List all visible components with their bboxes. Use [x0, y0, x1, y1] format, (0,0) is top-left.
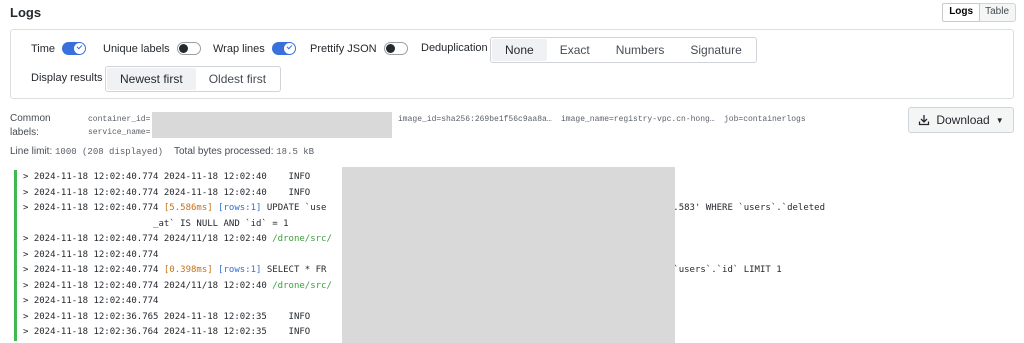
dedup-signature[interactable]: Signature: [677, 39, 754, 61]
dedup-numbers[interactable]: Numbers: [603, 39, 678, 61]
unique-labels-label: Unique labels: [103, 42, 170, 55]
dedup-none[interactable]: None: [492, 39, 547, 61]
label-image-name: image_name=registry-vpc.cn-hong…: [561, 115, 715, 124]
redacted-region: [152, 112, 392, 138]
query-stats: Line limit: 1000 (208 displayed) Total b…: [10, 146, 315, 157]
view-table-button[interactable]: Table: [979, 4, 1015, 21]
panel-title: Logs: [10, 5, 42, 20]
wrap-lines-option: Wrap lines: [213, 42, 296, 55]
view-switch: Logs Table: [942, 3, 1016, 22]
view-logs-button[interactable]: Logs: [942, 3, 981, 22]
time-label: Time: [31, 42, 56, 55]
display-results-selector: Newest first Oldest first: [105, 66, 282, 92]
unique-labels-toggle[interactable]: [176, 42, 201, 55]
newest-first-option[interactable]: Newest first: [107, 68, 196, 90]
wrap-lines-label: Wrap lines: [213, 42, 265, 55]
unique-labels-option: Unique labels: [103, 42, 201, 55]
prettify-json-label: Prettify JSON: [310, 42, 377, 55]
display-results-option: Display results: [31, 72, 110, 84]
common-labels-title: Common labels:: [10, 113, 51, 138]
chevron-down-icon: ▼: [995, 115, 1004, 125]
deduplication-option: Deduplication: [421, 42, 495, 54]
download-label: Download: [936, 113, 990, 127]
prettify-json-toggle[interactable]: [383, 42, 408, 55]
prettify-json-option: Prettify JSON: [310, 42, 408, 55]
label-service-name: service_name=: [88, 128, 151, 137]
label-container-id: container_id=: [88, 115, 151, 124]
download-button[interactable]: Download ▼: [908, 107, 1014, 133]
redacted-region: [342, 167, 675, 343]
log-options-panel: Time Unique labels Wrap lines Prettify J…: [10, 29, 1014, 99]
dedup-exact[interactable]: Exact: [547, 39, 603, 61]
download-icon: [919, 115, 930, 126]
wrap-lines-toggle[interactable]: [271, 42, 296, 55]
deduplication-selector: None Exact Numbers Signature: [490, 37, 757, 63]
time-option: Time: [31, 42, 87, 55]
deduplication-label: Deduplication: [421, 42, 488, 54]
oldest-first-option[interactable]: Oldest first: [196, 68, 279, 90]
label-job: job=containerlogs: [724, 115, 806, 124]
label-image-id: image_id=sha256:269be1f56c9aa8a…: [398, 115, 552, 124]
time-toggle[interactable]: [62, 42, 87, 55]
display-results-label: Display results: [31, 72, 103, 84]
